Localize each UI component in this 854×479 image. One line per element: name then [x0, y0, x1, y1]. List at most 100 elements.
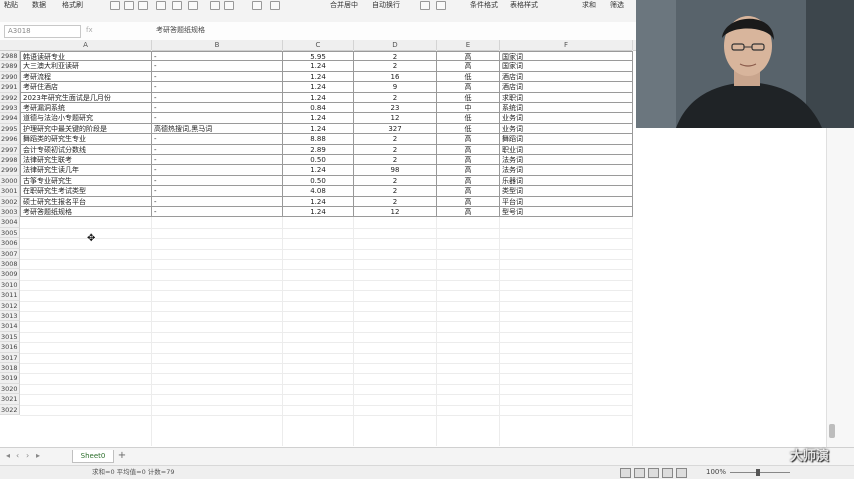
zoom-level[interactable]: 100%	[706, 467, 726, 478]
cell-d[interactable]: 327	[354, 123, 437, 135]
cell-e[interactable]: 高	[437, 61, 500, 72]
cell-e[interactable]: 高	[437, 51, 500, 62]
cell-a[interactable]: 韩语读研专业	[20, 51, 152, 62]
cell-a[interactable]: 大三澳大利亚读研	[20, 61, 152, 72]
cell-f[interactable]: 法务词	[500, 155, 633, 166]
cell-f[interactable]: 业务词	[500, 113, 633, 124]
row-header[interactable]: 3017	[0, 352, 20, 363]
cell-f[interactable]: 国家词	[500, 51, 633, 62]
row-header[interactable]: 2993	[0, 103, 20, 114]
row-header[interactable]: 3022	[0, 404, 20, 415]
cell-e[interactable]: 高	[437, 175, 500, 187]
cell-b[interactable]: -	[152, 196, 283, 207]
cell-a[interactable]: 护理研究中最关键的阶段是	[20, 123, 152, 135]
cell-d[interactable]: 2	[354, 175, 437, 187]
cell-b[interactable]: -	[152, 113, 283, 124]
row-header[interactable]: 2995	[0, 123, 20, 135]
cell-b[interactable]: -	[152, 155, 283, 166]
cell-e[interactable]: 高	[437, 196, 500, 207]
percent-icon[interactable]	[436, 1, 446, 10]
name-box[interactable]: A3018	[4, 25, 81, 38]
cell-d[interactable]: 2	[354, 134, 437, 145]
cell-b[interactable]: -	[152, 134, 283, 145]
cell-a[interactable]: 会计专硕初试分数线	[20, 144, 152, 155]
align-right-icon[interactable]	[252, 1, 262, 10]
bold-icon[interactable]	[110, 1, 120, 10]
last-sheet-icon[interactable]: ▸	[36, 451, 44, 461]
cell-c[interactable]: 1.24	[283, 196, 354, 207]
cell-b[interactable]: -	[152, 82, 283, 93]
cell-c[interactable]: 5.95	[283, 51, 354, 62]
table-style-button[interactable]: 表格样式	[510, 0, 538, 10]
column-header-c[interactable]: C	[283, 40, 354, 51]
cell-a[interactable]: 考研答题纸规格	[20, 207, 152, 218]
cell-c[interactable]: 1.24	[283, 207, 354, 218]
row-header[interactable]: 3021	[0, 394, 20, 405]
cell-b[interactable]: -	[152, 71, 283, 83]
column-header-d[interactable]: D	[354, 40, 437, 51]
cell-c[interactable]: 0.50	[283, 175, 354, 187]
conditional-format-button[interactable]: 条件格式	[470, 0, 498, 10]
cell-e[interactable]: 低	[437, 113, 500, 124]
cell-b[interactable]: -	[152, 175, 283, 187]
cell-e[interactable]: 中	[437, 103, 500, 114]
cell-f[interactable]: 职业词	[500, 144, 633, 155]
format-painter-button[interactable]: 格式刷	[62, 0, 83, 10]
cell-b[interactable]: -	[152, 103, 283, 114]
page-layout-icon[interactable]	[634, 468, 645, 478]
cell-a[interactable]: 法律研究生联考	[20, 155, 152, 166]
filter-button[interactable]: 筛选	[610, 0, 624, 10]
normal-view-icon[interactable]	[620, 468, 631, 478]
zoom-slider-knob[interactable]	[756, 469, 760, 476]
cell-d[interactable]: 98	[354, 165, 437, 176]
cell-c[interactable]: 8.88	[283, 134, 354, 145]
cell-d[interactable]: 23	[354, 103, 437, 114]
row-header[interactable]: 2998	[0, 155, 20, 166]
cell-d[interactable]: 9	[354, 82, 437, 93]
row-header[interactable]: 3001	[0, 186, 20, 197]
cell-a[interactable]: 2023年研究生面试是几月份	[20, 92, 152, 103]
cell-f[interactable]: 法务词	[500, 165, 633, 176]
cell-b[interactable]: -	[152, 186, 283, 197]
fill-color-icon[interactable]	[172, 1, 182, 10]
cell-f[interactable]: 系统词	[500, 103, 633, 114]
cell-f[interactable]: 业务词	[500, 123, 633, 135]
wrap-text-button[interactable]: 自动换行	[372, 0, 400, 10]
cell-e[interactable]: 高	[437, 207, 500, 218]
row-header[interactable]: 3006	[0, 238, 20, 249]
cell-d[interactable]: 2	[354, 196, 437, 207]
page-break-icon[interactable]	[648, 468, 659, 478]
cell-c[interactable]: 0.84	[283, 103, 354, 114]
row-header[interactable]: 3009	[0, 269, 20, 280]
select-all-corner[interactable]	[0, 40, 21, 51]
cell-d[interactable]: 12	[354, 113, 437, 124]
column-header-e[interactable]: E	[437, 40, 500, 51]
row-header[interactable]: 3004	[0, 217, 20, 228]
cell-e[interactable]: 低	[437, 71, 500, 83]
cell-b[interactable]: -	[152, 144, 283, 155]
fullscreen-icon[interactable]	[676, 468, 687, 478]
row-header[interactable]: 3020	[0, 383, 20, 395]
cell-c[interactable]: 2.89	[283, 144, 354, 155]
row-header[interactable]: 3019	[0, 373, 20, 384]
cell-c[interactable]: 0.50	[283, 155, 354, 166]
row-header[interactable]: 3000	[0, 175, 20, 187]
row-header[interactable]: 3005	[0, 227, 20, 239]
next-sheet-icon[interactable]: ›	[26, 451, 34, 461]
column-header-a[interactable]: A	[20, 40, 152, 51]
row-header[interactable]: 2992	[0, 92, 20, 103]
cell-d[interactable]: 12	[354, 207, 437, 218]
cell-e[interactable]: 高	[437, 155, 500, 166]
cell-c[interactable]: 1.24	[283, 165, 354, 176]
indent-icon[interactable]	[270, 1, 280, 10]
underline-icon[interactable]	[138, 1, 148, 10]
align-left-icon[interactable]	[210, 1, 220, 10]
cell-e[interactable]: 低	[437, 123, 500, 135]
cell-f[interactable]: 国家词	[500, 61, 633, 72]
cell-c[interactable]: 1.24	[283, 71, 354, 83]
cell-d[interactable]: 2	[354, 186, 437, 197]
cell-f[interactable]: 求职词	[500, 92, 633, 103]
row-header[interactable]: 2990	[0, 71, 20, 83]
data-button[interactable]: 数据	[32, 0, 46, 10]
cell-d[interactable]: 2	[354, 61, 437, 72]
